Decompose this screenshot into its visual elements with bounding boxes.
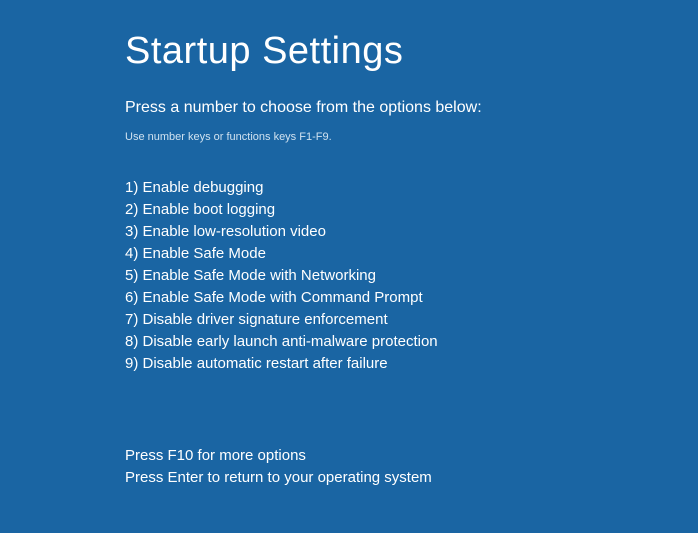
option-7[interactable]: 7) Disable driver signature enforcement bbox=[125, 309, 698, 331]
option-9[interactable]: 9) Disable automatic restart after failu… bbox=[125, 353, 698, 375]
hint-text: Use number keys or functions keys F1-F9. bbox=[125, 131, 698, 143]
option-6[interactable]: 6) Enable Safe Mode with Command Prompt bbox=[125, 287, 698, 309]
page-title: Startup Settings bbox=[125, 30, 698, 73]
option-1[interactable]: 1) Enable debugging bbox=[125, 177, 698, 199]
option-4[interactable]: 4) Enable Safe Mode bbox=[125, 243, 698, 265]
option-5[interactable]: 5) Enable Safe Mode with Networking bbox=[125, 265, 698, 287]
option-2[interactable]: 2) Enable boot logging bbox=[125, 199, 698, 221]
return-hint: Press Enter to return to your operating … bbox=[125, 467, 432, 489]
options-list: 1) Enable debugging 2) Enable boot loggi… bbox=[125, 177, 698, 375]
more-options-hint: Press F10 for more options bbox=[125, 445, 432, 467]
option-3[interactable]: 3) Enable low-resolution video bbox=[125, 221, 698, 243]
footer-instructions: Press F10 for more options Press Enter t… bbox=[125, 445, 432, 489]
instruction-text: Press a number to choose from the option… bbox=[125, 99, 698, 117]
option-8[interactable]: 8) Disable early launch anti-malware pro… bbox=[125, 331, 698, 353]
startup-settings-screen: Startup Settings Press a number to choos… bbox=[0, 0, 698, 375]
